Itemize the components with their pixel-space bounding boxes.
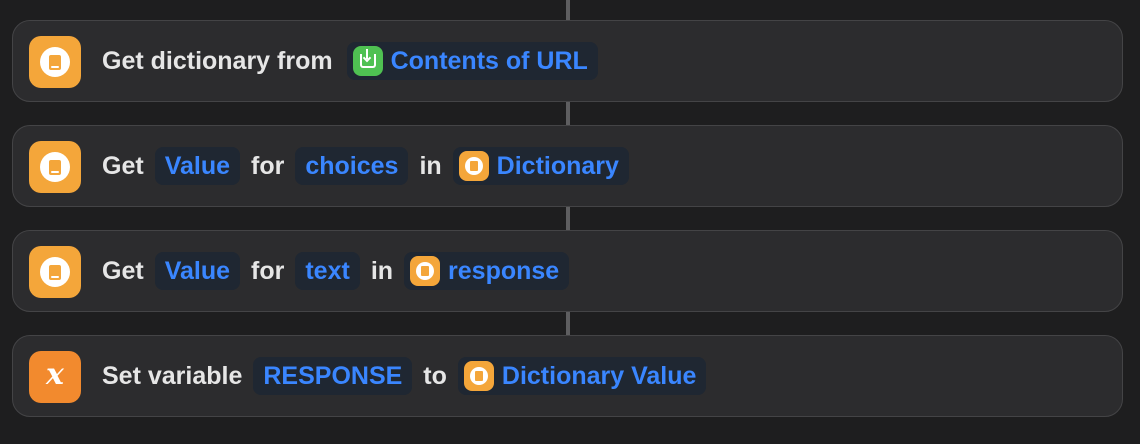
action-label: Get dictionary from	[102, 46, 333, 75]
action-label: Get	[102, 151, 144, 180]
variable-name-token[interactable]: RESPONSE	[253, 357, 413, 395]
action-label: for	[251, 151, 285, 180]
dictionary-icon	[410, 256, 441, 286]
parameter-token-value[interactable]: Value	[154, 147, 241, 185]
connector-line	[566, 207, 570, 231]
action-label: in	[419, 151, 442, 180]
variable-token-response[interactable]: response	[404, 252, 570, 290]
dictionary-icon	[463, 361, 494, 391]
parameter-token-value[interactable]: Value	[154, 252, 241, 290]
action-set-variable[interactable]: x Set variable RESPONSE to Dictionary Va…	[12, 335, 1123, 417]
variable-token-dictionary[interactable]: Dictionary	[452, 147, 629, 185]
action-label: for	[251, 256, 285, 285]
connector-line	[566, 0, 570, 20]
variable-icon: x	[29, 351, 81, 403]
variable-token-contents-of-url[interactable]: Contents of URL	[346, 42, 598, 80]
parameter-token-key[interactable]: choices	[295, 147, 409, 185]
shortcut-editor: Get dictionary from Contents of URL Get …	[0, 0, 1140, 444]
action-get-dictionary-value[interactable]: Get Value for text in response	[12, 230, 1123, 312]
download-icon	[352, 46, 383, 76]
connector-line	[566, 312, 570, 336]
action-label: to	[423, 361, 447, 390]
action-get-dictionary-from-input[interactable]: Get dictionary from Contents of URL	[12, 20, 1123, 102]
dictionary-icon	[29, 36, 81, 88]
connector-line	[566, 102, 570, 126]
action-get-dictionary-value[interactable]: Get Value for choices in Dictionary	[12, 125, 1123, 207]
parameter-token-key[interactable]: text	[295, 252, 360, 290]
dictionary-icon	[458, 151, 489, 181]
action-label: Get	[102, 256, 144, 285]
dictionary-icon	[29, 141, 81, 193]
action-label: in	[370, 256, 394, 285]
dictionary-icon	[29, 246, 81, 298]
variable-token-dictionary-value[interactable]: Dictionary Value	[457, 357, 707, 395]
action-label: Set variable	[102, 361, 243, 390]
